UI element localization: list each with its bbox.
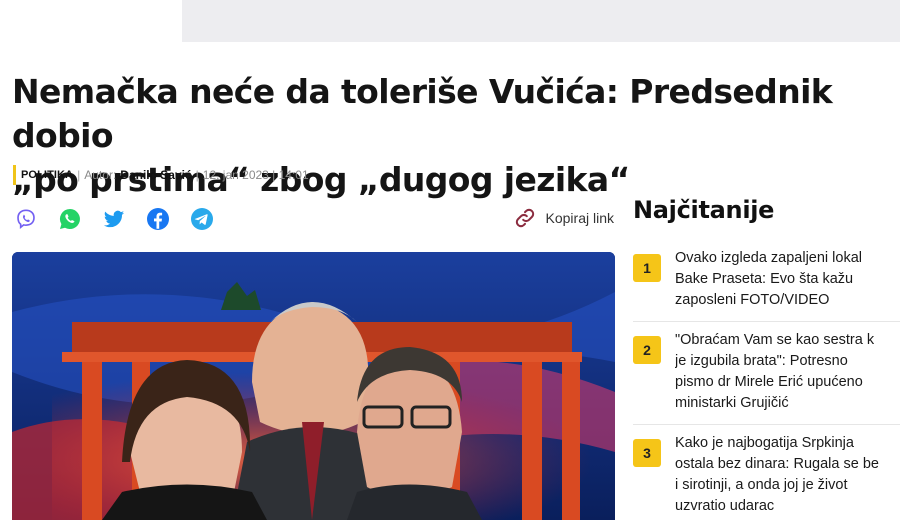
ad-banner — [182, 0, 900, 42]
rank-badge: 1 — [633, 254, 661, 282]
copy-link-button[interactable]: Kopiraj link — [514, 207, 614, 229]
twitter-icon[interactable] — [102, 207, 126, 231]
category-link[interactable]: POLITIKA — [21, 169, 73, 181]
category-accent-bar — [13, 165, 16, 185]
most-read-list: 1 Ovako izgleda zapaljeni lokal Bake Pra… — [633, 240, 900, 520]
headline-line: Ovako izgleda zapaljeni lokal — [675, 250, 862, 266]
meta-separator: | — [195, 168, 199, 182]
headline-line: "Obraćam Vam se kao sestra k — [675, 332, 875, 348]
most-read-item[interactable]: 2 "Obraćam Vam se kao sestra k je izgubi… — [633, 322, 900, 425]
article-hero-image[interactable] — [12, 252, 615, 520]
headline-line: i sirotinji, a onda joj je život — [675, 477, 848, 493]
share-bar: Kopiraj link — [14, 205, 614, 233]
link-icon — [515, 208, 534, 228]
headline-line: ministarki Grujičić — [675, 395, 789, 411]
copy-link-label: Kopiraj link — [545, 210, 614, 226]
whatsapp-icon[interactable] — [58, 207, 82, 231]
headline-line: uzvratio udarac — [675, 498, 775, 514]
headline-line: je izgubila brata": Potresno — [675, 353, 848, 369]
telegram-icon[interactable] — [190, 207, 214, 231]
most-read-headline[interactable]: Kako je najbogatija Srpkinja ostala bez … — [675, 433, 879, 517]
article-meta: POLITIKA | Autor: Danilo Savić | 12. jan… — [13, 164, 309, 186]
most-read-headline[interactable]: Ovako izgleda zapaljeni lokal Bake Prase… — [675, 248, 862, 311]
rank-badge: 3 — [633, 439, 661, 467]
headline-line: zaposleni FOTO/VIDEO — [675, 292, 830, 308]
most-read-headline[interactable]: "Obraćam Vam se kao sestra k je izgubila… — [675, 330, 874, 414]
facebook-icon[interactable] — [146, 207, 170, 231]
headline-line-1: Nemačka neće da toleriše Vučića: Predsed… — [12, 72, 833, 155]
author-link[interactable]: Danilo Savić — [120, 168, 191, 182]
most-read-item[interactable]: 3 Kako je najbogatija Srpkinja ostala be… — [633, 425, 900, 520]
most-read-title: Najčitanije — [633, 196, 775, 224]
publish-date: 12. jan 2023 | 14:01 — [202, 168, 309, 182]
headline-line: Kako je najbogatija Srpkinja — [675, 435, 854, 451]
meta-separator: | — [77, 168, 81, 182]
headline-line: ostala bez dinara: Rugala se be — [675, 456, 879, 472]
most-read-item[interactable]: 1 Ovako izgleda zapaljeni lokal Bake Pra… — [633, 240, 900, 322]
author-prefix: Autor: — [84, 168, 117, 182]
rank-badge: 2 — [633, 336, 661, 364]
headline-line: pismo dr Mirele Erić upućeno — [675, 374, 863, 390]
viber-icon[interactable] — [14, 207, 38, 231]
headline-line: Bake Praseta: Evo šta kažu — [675, 271, 854, 287]
